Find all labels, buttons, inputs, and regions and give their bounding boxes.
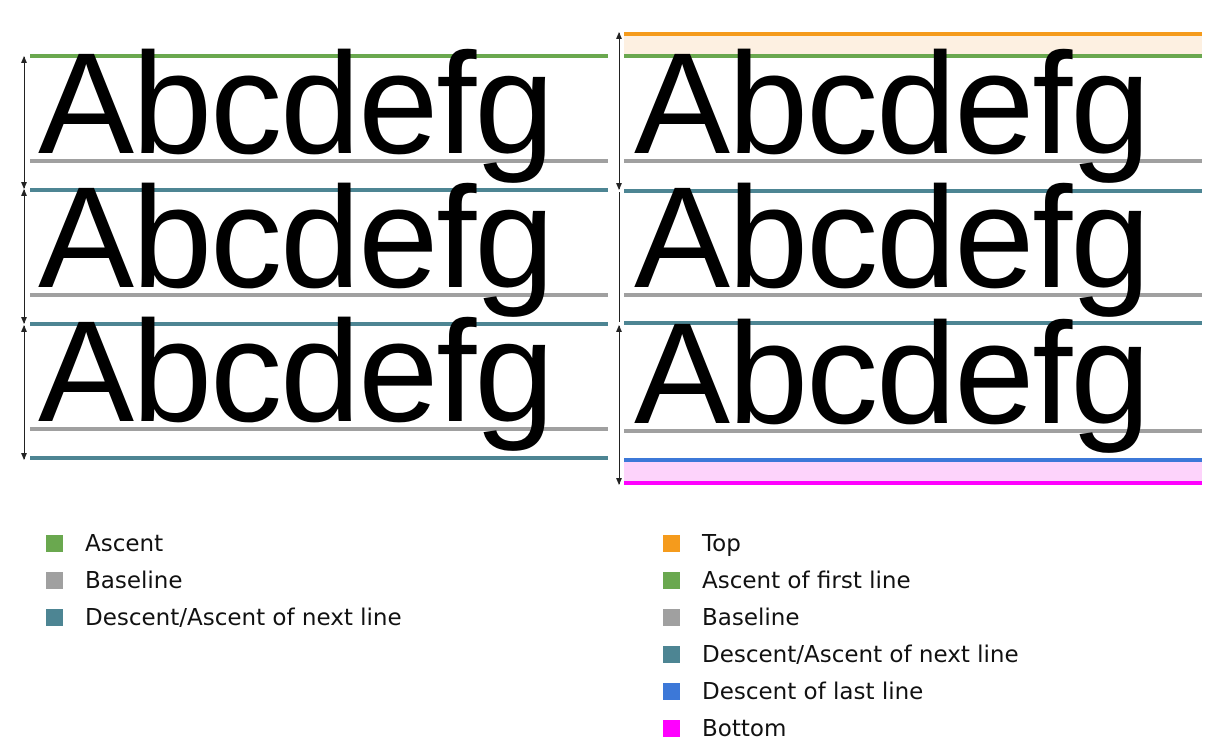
arrow-down-icon — [21, 453, 27, 460]
descent-last-line — [624, 458, 1202, 462]
top-swatch-icon — [663, 535, 680, 552]
sample-text-line: Abcdefg — [38, 291, 554, 452]
descent-last-swatch-icon — [663, 683, 680, 700]
ascent-swatch-icon — [663, 572, 680, 589]
sample-text-line: Abcdefg — [634, 23, 1150, 184]
legend-label: Descent of last line — [702, 678, 924, 705]
arrow-up-icon — [616, 32, 622, 39]
legend-label: Ascent of first line — [702, 567, 911, 594]
legend-item-baseline: Baseline — [663, 599, 1019, 636]
legend-label: Descent/Ascent of next line — [702, 641, 1019, 668]
line-height-arrow — [619, 192, 620, 322]
line-height-arrow — [21, 189, 27, 324]
legend-item-ascent: Ascent — [46, 525, 402, 562]
line-height-arrow — [616, 325, 622, 485]
legend-item-bottom: Bottom — [663, 710, 1019, 747]
legend-label: Bottom — [702, 715, 787, 742]
descent-line — [30, 456, 608, 460]
arrow-down-icon — [21, 182, 27, 189]
legend-left: Ascent Baseline Descent/Ascent of next l… — [46, 525, 402, 636]
arrow-up-icon — [21, 325, 27, 332]
sample-text-line: Abcdefg — [634, 157, 1150, 318]
arrow-up-icon — [616, 325, 622, 332]
bottom-padding-band — [624, 460, 1202, 483]
legend-label: Baseline — [702, 604, 800, 631]
ascent-swatch-icon — [46, 535, 63, 552]
line-height-arrow — [21, 56, 27, 189]
descent-swatch-icon — [46, 609, 63, 626]
legend-item-top: Top — [663, 525, 1019, 562]
sample-text-line: Abcdefg — [38, 157, 554, 318]
line-height-arrow — [616, 32, 622, 190]
bottom-line — [624, 481, 1202, 485]
legend-item-baseline: Baseline — [46, 562, 402, 599]
baseline-swatch-icon — [663, 609, 680, 626]
line-height-arrow — [21, 325, 27, 460]
legend-item-descent: Descent/Ascent of next line — [663, 636, 1019, 673]
sample-text-line: Abcdefg — [634, 293, 1150, 454]
baseline-swatch-icon — [46, 572, 63, 589]
descent-swatch-icon — [663, 646, 680, 663]
arrow-up-icon — [21, 56, 27, 63]
arrow-up-icon — [21, 189, 27, 196]
legend-right: Top Ascent of first line Baseline Descen… — [663, 525, 1019, 747]
bottom-swatch-icon — [663, 720, 680, 737]
legend-item-ascent-first: Ascent of first line — [663, 562, 1019, 599]
legend-label: Descent/Ascent of next line — [85, 604, 402, 631]
arrow-down-icon — [616, 478, 622, 485]
arrow-down-icon — [21, 317, 27, 324]
sample-text-line: Abcdefg — [38, 23, 554, 184]
legend-item-descent-last: Descent of last line — [663, 673, 1019, 710]
legend-label: Ascent — [85, 530, 164, 557]
legend-label: Baseline — [85, 567, 183, 594]
legend-label: Top — [702, 530, 741, 557]
arrow-down-icon — [616, 183, 622, 190]
legend-item-descent: Descent/Ascent of next line — [46, 599, 402, 636]
